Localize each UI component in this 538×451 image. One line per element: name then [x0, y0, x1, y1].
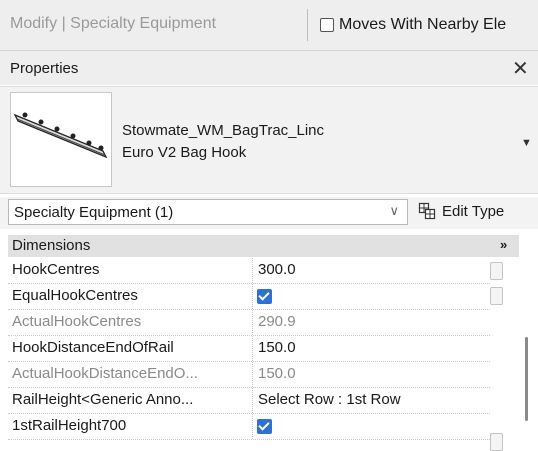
section-label: Dimensions [12, 237, 91, 254]
edit-type-icon [418, 202, 436, 220]
bag-hook-rail-preview-icon [13, 112, 108, 159]
section-header-dimensions[interactable]: Dimensions » [8, 235, 519, 257]
close-icon[interactable]: ✕ [512, 56, 529, 81]
type-selector[interactable]: Stowmate_WM_BagTrac_Linc Euro V2 Bag Hoo… [0, 86, 538, 194]
property-value[interactable]: 300.0 [253, 258, 490, 283]
collapse-chevron-icon[interactable]: » [500, 237, 507, 252]
property-name: RailHeight<Generic Anno... [8, 388, 253, 413]
instance-filter-value: Specialty Equipment (1) [14, 204, 174, 221]
property-checkbox[interactable] [257, 419, 272, 434]
property-value: 150.0 [258, 365, 296, 382]
type-thumbnail [10, 92, 112, 187]
type-name: Stowmate_WM_BagTrac_Linc Euro V2 Bag Hoo… [122, 120, 324, 164]
associate-parameter-button[interactable] [490, 287, 503, 305]
property-grid: HookCentres 300.0 EqualHookCentres ActualHo… [8, 258, 490, 440]
chevron-down-icon[interactable]: ∨ [389, 203, 399, 219]
type-type-name: Euro V2 Bag Hook [122, 144, 247, 161]
ribbon-context-title: Modify | Specialty Equipment [10, 15, 217, 32]
ribbon-separator [307, 9, 308, 41]
property-name: HookDistanceEndOfRail [8, 336, 253, 361]
associate-parameter-button[interactable] [490, 433, 503, 451]
properties-title: Properties [10, 60, 79, 77]
property-name: ActualHookCentres [8, 310, 253, 335]
edit-type-label: Edit Type [442, 202, 505, 220]
ribbon-bar: Modify | Specialty Equipment Moves With … [0, 0, 538, 51]
instance-filter-row: Specialty Equipment (1) ∨ Edit Type [0, 197, 538, 229]
property-row[interactable]: HookDistanceEndOfRail 150.0 [8, 336, 490, 362]
property-value[interactable]: Select Row : 1st Row [253, 388, 490, 413]
property-name: EqualHookCentres [8, 284, 253, 309]
property-name: ActualHookDistanceEndO... [8, 362, 253, 387]
dropdown-arrow-icon[interactable]: ▼ [521, 137, 532, 149]
scrollbar-thumb[interactable] [525, 337, 528, 421]
property-row[interactable]: EqualHookCentres [8, 284, 490, 310]
moves-with-nearby-label: Moves With Nearby Ele [339, 16, 507, 33]
moves-with-nearby-checkbox[interactable]: Moves With Nearby Ele [320, 16, 506, 34]
type-family-name: Stowmate_WM_BagTrac_Linc [122, 122, 325, 139]
property-value: 290.9 [258, 313, 296, 330]
property-row[interactable]: ActualHookDistanceEndO... 150.0 [8, 362, 490, 388]
checkbox-unchecked-icon[interactable] [320, 18, 334, 32]
property-row[interactable]: 1stRailHeight700 [8, 414, 490, 440]
vertical-scrollbar[interactable] [519, 257, 538, 448]
property-checkbox[interactable] [257, 289, 272, 304]
property-row[interactable]: ActualHookCentres 290.9 [8, 310, 490, 336]
associate-parameter-button[interactable] [490, 262, 503, 280]
instance-filter-dropdown[interactable]: Specialty Equipment (1) ∨ [8, 199, 408, 225]
property-row[interactable]: HookCentres 300.0 [8, 258, 490, 284]
edit-type-button[interactable]: Edit Type [418, 202, 504, 220]
property-value[interactable]: 150.0 [253, 336, 490, 361]
properties-header: Properties ✕ [0, 51, 538, 85]
property-name: 1stRailHeight700 [8, 414, 253, 439]
property-name: HookCentres [8, 258, 253, 283]
property-row[interactable]: RailHeight<Generic Anno... Select Row : 1… [8, 388, 490, 414]
